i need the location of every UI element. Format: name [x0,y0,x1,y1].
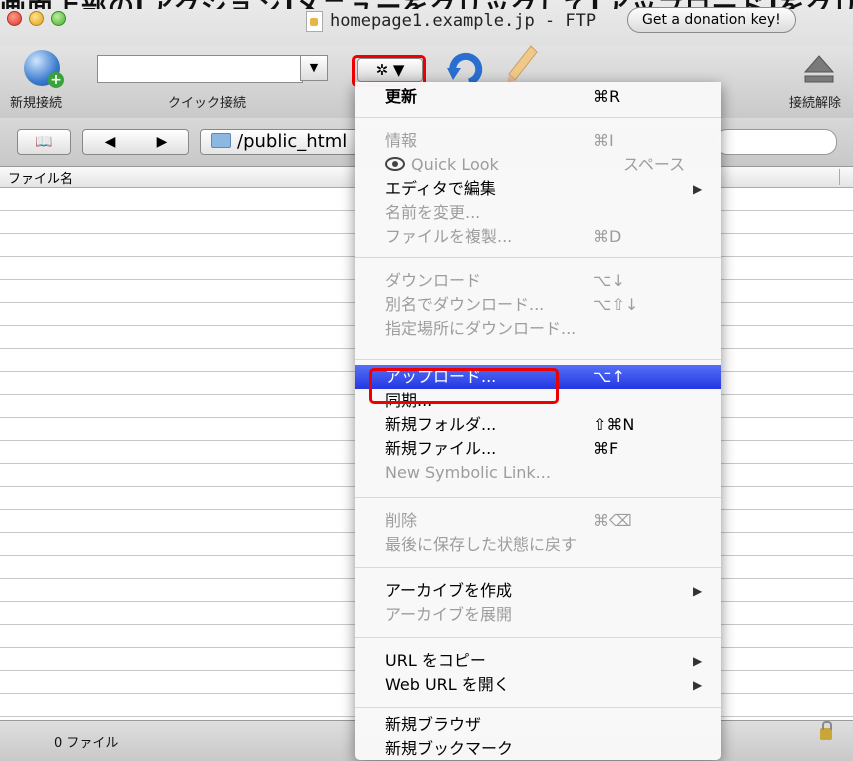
document-icon [306,11,323,32]
column-divider [839,169,840,185]
menu-item-delete[interactable]: 削除 ⌘⌫ [355,509,721,533]
menu-item-new-file[interactable]: 新規ファイル... ⌘F [355,437,721,461]
disconnect-label[interactable]: 接続解除 [789,92,841,111]
menu-item-info[interactable]: 情報 ⌘I [355,129,721,153]
submenu-arrow-icon: ▶ [693,678,703,692]
submenu-arrow-icon: ▶ [693,654,703,668]
quick-connect-dropdown-icon[interactable]: ▼ [300,55,328,81]
plus-icon: + [48,72,64,88]
upload-highlight [369,368,559,404]
minimize-window-button[interactable] [29,11,44,26]
quick-connect-label: クイック接続 [168,96,247,111]
menu-item-quick-look[interactable]: Quick Look スペース [355,153,721,177]
menu-item-edit-in-editor[interactable]: エディタで編集 ▶ [355,177,721,201]
column-filename[interactable]: ファイル名 [8,168,73,187]
menu-item-rename[interactable]: 名前を変更... [355,201,721,225]
new-connection-label[interactable]: 新規接続 [10,92,62,111]
zoom-window-button[interactable] [51,11,66,26]
lock-icon [820,721,832,740]
menu-separator [355,637,721,638]
edit-pencil-icon[interactable] [505,44,539,86]
menu-item-revert[interactable]: 最後に保存した状態に戻す [355,533,721,557]
menu-separator [355,257,721,258]
menu-item-new-symlink[interactable]: New Symbolic Link... [355,461,721,485]
menu-item-refresh[interactable]: 更新 ⌘R [355,85,721,109]
menu-item-download-to[interactable]: 指定場所にダウンロード... [355,317,721,341]
window-title: homepage1.example.jp - FTP [330,11,597,31]
submenu-arrow-icon: ▶ [693,182,703,196]
back-button[interactable]: ◀ [82,129,138,155]
menu-item-new-browser[interactable]: 新規ブラウザ [355,713,721,737]
menu-separator [355,707,721,708]
submenu-arrow-icon: ▶ [693,584,703,598]
quick-connect-input[interactable] [97,55,303,83]
menu-separator [355,359,721,360]
menu-separator [355,117,721,118]
eject-icon[interactable] [803,54,835,84]
ftp-window: 画面上部の[アクション]メニューをクリックして[アップロード]をクリック hom… [0,0,853,761]
menu-item-download-as[interactable]: 別名でダウンロード... ⌥⇧↓ [355,293,721,317]
bookmarks-book-icon[interactable]: 📖 [17,129,71,155]
folder-icon [211,133,231,148]
search-field[interactable] [715,129,837,155]
menu-separator [355,497,721,498]
donation-key-button[interactable]: Get a donation key! [627,7,796,33]
menu-item-new-bookmark[interactable]: 新規ブックマーク [355,737,721,761]
menu-item-create-archive[interactable]: アーカイブを作成 ▶ [355,579,721,603]
close-window-button[interactable] [7,11,22,26]
menu-item-download[interactable]: ダウンロード ⌥↓ [355,269,721,293]
eye-icon [385,157,405,171]
menu-separator [355,567,721,568]
menu-item-new-folder[interactable]: 新規フォルダ... ⇧⌘N [355,413,721,437]
path-text: /public_html [237,131,348,152]
menu-item-expand-archive[interactable]: アーカイブを展開 [355,603,721,627]
action-menu: 更新 ⌘R 情報 ⌘I Quick Look スペース エディタで編集 ▶ 名前… [355,82,721,760]
path-selector[interactable]: /public_html [200,129,362,155]
forward-button[interactable]: ▶ [136,129,189,155]
menu-item-open-web-url[interactable]: Web URL を開く ▶ [355,673,721,697]
menu-item-copy-url[interactable]: URL をコピー ▶ [355,649,721,673]
menu-item-duplicate[interactable]: ファイルを複製... ⌘D [355,225,721,249]
file-count: 0 ファイル [54,736,119,751]
refresh-icon[interactable] [445,50,485,86]
